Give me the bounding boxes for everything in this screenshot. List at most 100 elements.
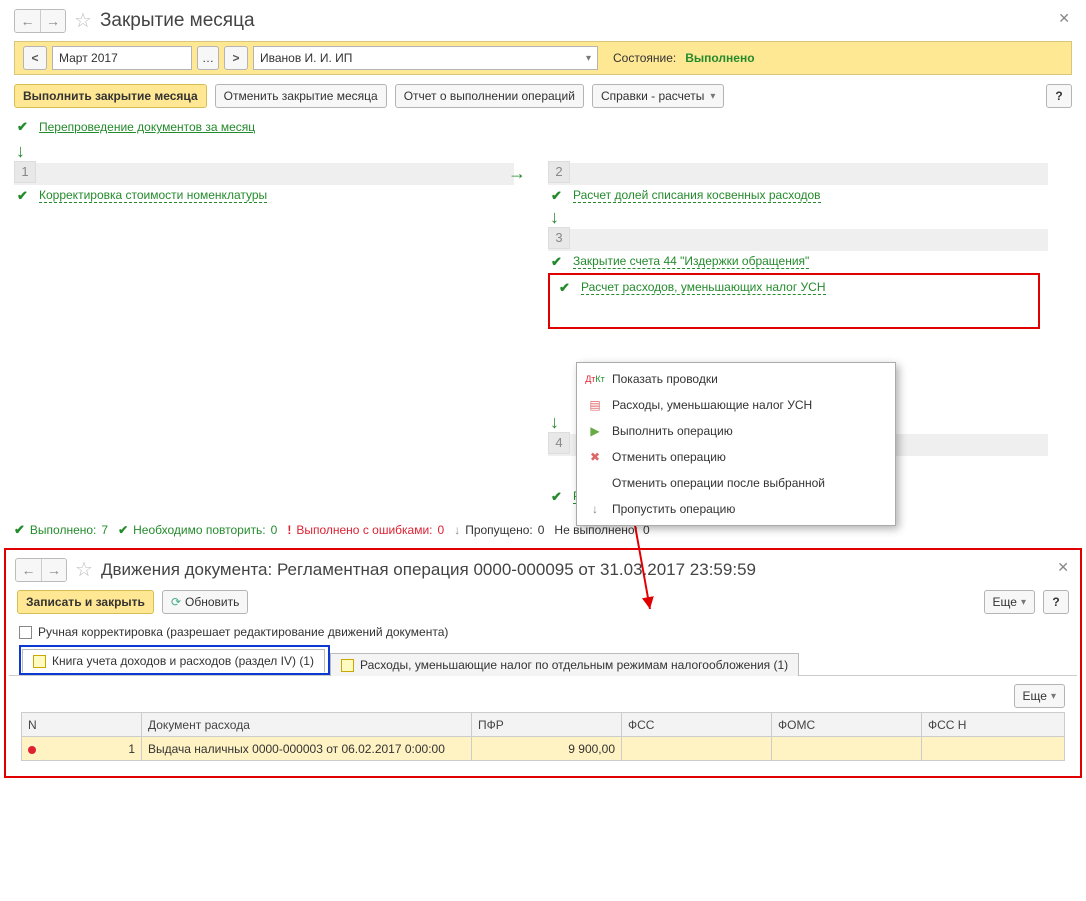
table-row[interactable]: 1 Выдача наличных 0000-000003 от 06.02.2… <box>22 737 1065 761</box>
status-skip-label: Пропущено: <box>465 523 533 537</box>
skip-icon: ↓ <box>587 502 603 516</box>
menu-label: Отменить операцию <box>612 450 726 464</box>
period-value: Март 2017 <box>59 51 118 65</box>
col-foms[interactable]: ФОМС <box>772 713 922 737</box>
refresh-label: Обновить <box>185 595 239 609</box>
manual-edit-checkbox[interactable] <box>19 626 32 639</box>
close-icon[interactable]: ✕ <box>1058 10 1070 27</box>
movements-tabs: Книга учета доходов и расходов (раздел I… <box>9 645 1077 676</box>
step-3-number: 3 <box>548 227 570 249</box>
record-marker-icon <box>28 746 36 754</box>
nav-forward-button[interactable]: → <box>40 10 65 32</box>
cell-n: 1 <box>128 742 135 756</box>
col-pfr[interactable]: ПФР <box>472 713 622 737</box>
cell-fssn <box>922 737 1065 761</box>
chevron-down-icon: ▾ <box>1021 597 1026 608</box>
movements-panel: ← → ☆ Движения документа: Регламентная о… <box>4 548 1082 778</box>
period-picker-button[interactable]: … <box>197 46 219 70</box>
organization-value: Иванов И. И. ИП <box>260 51 352 65</box>
error-icon: ! <box>287 523 291 537</box>
status-done-label: Выполнено: <box>30 523 96 537</box>
chevron-down-icon: ▾ <box>1051 691 1056 702</box>
run-icon: ▶ <box>587 424 603 438</box>
check-icon: ✔ <box>14 522 25 538</box>
col-fss[interactable]: ФСС <box>622 713 772 737</box>
menu-skip-operation[interactable]: ↓ Пропустить операцию <box>577 496 895 522</box>
dtkt-icon: ДтКт <box>587 375 603 383</box>
page-title: Закрытие месяца <box>100 10 255 32</box>
skip-icon: ↓ <box>454 523 460 537</box>
period-toolbar: < Март 2017 … > Иванов И. И. ИП ▾ Состоя… <box>14 41 1072 75</box>
step-1-link[interactable]: Корректировка стоимости номенклатуры <box>39 188 267 203</box>
header-bar: ← → ☆ Закрытие месяца ✕ <box>0 0 1086 39</box>
state-label: Состояние: <box>613 51 676 65</box>
check-icon: ✔ <box>14 119 31 135</box>
status-skip-count: 0 <box>538 523 545 537</box>
highlighted-step-box: ✔ Расчет расходов, уменьшающих налог УСН <box>548 273 1040 329</box>
check-icon: ✔ <box>548 188 565 204</box>
cell-foms <box>772 737 922 761</box>
tab-kudir-section4[interactable]: Книга учета доходов и расходов (раздел I… <box>22 649 325 673</box>
reposting-link[interactable]: Перепроведение документов за месяц <box>39 120 255 134</box>
col-doc[interactable]: Документ расхода <box>142 713 472 737</box>
menu-run-operation[interactable]: ▶ Выполнить операцию <box>577 418 895 444</box>
col-fssn[interactable]: ФСС Н <box>922 713 1065 737</box>
step-3a-link[interactable]: Закрытие счета 44 "Издержки обращения" <box>573 254 809 269</box>
status-errors-count: 0 <box>438 523 445 537</box>
tab-expenses-regimes[interactable]: Расходы, уменьшающие налог по отдельным … <box>330 653 799 676</box>
tab-label: Книга учета доходов и расходов (раздел I… <box>52 654 314 668</box>
menu-cancel-after[interactable]: Отменить операции после выбранной <box>577 470 895 496</box>
help-button[interactable]: ? <box>1046 84 1072 108</box>
more-label: Еще <box>1023 689 1047 703</box>
more-button[interactable]: Еще ▾ <box>984 590 1035 614</box>
chevron-down-icon: ▾ <box>710 91 715 102</box>
period-next-button[interactable]: > <box>224 46 248 70</box>
menu-label: Отменить операции после выбранной <box>612 476 825 490</box>
cancel-icon: ✖ <box>587 450 603 464</box>
col-n[interactable]: N <box>22 713 142 737</box>
favorite-star-icon[interactable]: ☆ <box>74 8 92 33</box>
period-input[interactable]: Март 2017 <box>52 46 192 70</box>
status-done-count: 7 <box>101 523 108 537</box>
more-button-2[interactable]: Еще ▾ <box>1014 684 1065 708</box>
menu-show-entries[interactable]: ДтКт Показать проводки <box>577 366 895 392</box>
movements-title: Движения документа: Регламентная операци… <box>101 560 756 580</box>
save-and-close-button[interactable]: Записать и закрыть <box>17 590 154 614</box>
context-menu: ДтКт Показать проводки ▤ Расходы, уменьш… <box>576 362 896 526</box>
refresh-icon: ⟳ <box>171 595 181 609</box>
manual-edit-row: Ручная корректировка (разрешает редактир… <box>9 622 1077 645</box>
steps-area: ✔ Перепроведение документов за месяц ↓ 1… <box>0 119 1086 516</box>
cell-doc: Выдача наличных 0000-000003 от 06.02.201… <box>142 737 472 761</box>
step-2-link[interactable]: Расчет долей списания косвенных расходов <box>573 188 821 203</box>
tab-label: Расходы, уменьшающие налог по отдельным … <box>360 658 788 672</box>
step-3b-link[interactable]: Расчет расходов, уменьшающих налог УСН <box>581 280 826 295</box>
menu-cancel-operation[interactable]: ✖ Отменить операцию <box>577 444 895 470</box>
status-repeat-count: 0 <box>271 523 278 537</box>
nav-back-button[interactable]: ← <box>15 10 40 32</box>
references-button[interactable]: Справки - расчеты ▾ <box>592 84 724 108</box>
step-2-number: 2 <box>548 161 570 183</box>
nav-back-button[interactable]: ← <box>16 559 41 581</box>
repeat-icon: ✔ <box>118 523 128 537</box>
help-button[interactable]: ? <box>1043 590 1069 614</box>
references-label: Справки - расчеты <box>601 89 704 103</box>
tab-highlight-box: Книга учета доходов и расходов (раздел I… <box>19 645 330 675</box>
refresh-button[interactable]: ⟳ Обновить <box>162 590 248 614</box>
organization-select[interactable]: Иванов И. И. ИП ▾ <box>253 46 598 70</box>
arrow-down-icon: ↓ <box>16 141 1072 162</box>
cell-pfr: 9 900,00 <box>472 737 622 761</box>
period-prev-button[interactable]: < <box>23 46 47 70</box>
nav-buttons: ← → <box>14 9 66 33</box>
favorite-star-icon[interactable]: ☆ <box>75 557 93 582</box>
actions-toolbar: Выполнить закрытие месяца Отменить закры… <box>0 81 1086 116</box>
register-icon <box>33 655 46 668</box>
close-icon[interactable]: ✕ <box>1057 559 1069 576</box>
cancel-close-month-button[interactable]: Отменить закрытие месяца <box>215 84 387 108</box>
menu-expenses-report[interactable]: ▤ Расходы, уменьшающие налог УСН <box>577 392 895 418</box>
check-icon: ✔ <box>14 188 31 204</box>
status-repeat-label: Необходимо повторить: <box>133 523 266 537</box>
run-close-month-button[interactable]: Выполнить закрытие месяца <box>14 84 207 108</box>
nav-forward-button[interactable]: → <box>41 559 66 581</box>
operations-report-button[interactable]: Отчет о выполнении операций <box>395 84 584 108</box>
steps-col-1: 1 ✔ Корректировка стоимости номенклатуры <box>14 163 514 508</box>
